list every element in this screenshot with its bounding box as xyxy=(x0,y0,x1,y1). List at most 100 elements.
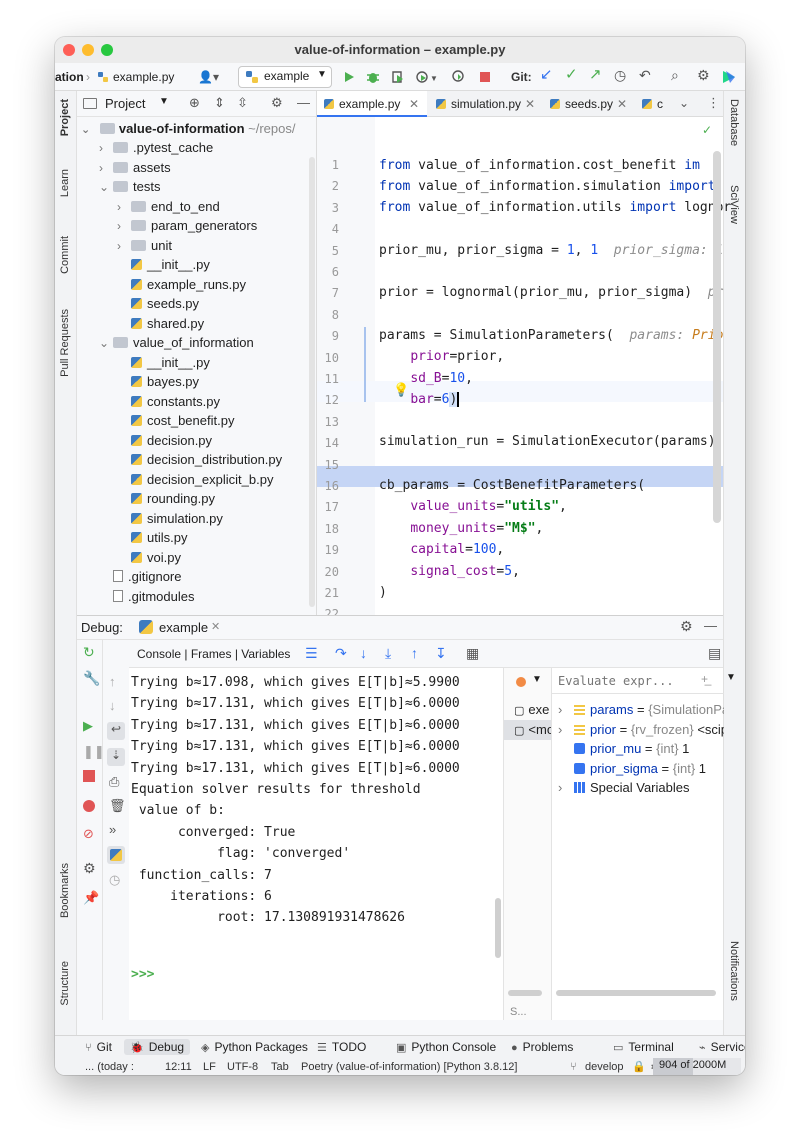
minimize-window-button[interactable] xyxy=(82,44,94,56)
tree-item[interactable]: › end_to_end xyxy=(117,197,220,216)
status-message[interactable]: ... (today : xyxy=(85,1059,134,1075)
chevron-icon[interactable]: › xyxy=(99,139,113,158)
chevron-icon[interactable]: › xyxy=(117,237,131,256)
code-line-3[interactable]: from value_of_information.utils import l… xyxy=(379,197,731,218)
chevron-down-icon[interactable]: ⌄ xyxy=(679,96,689,110)
editor-vscrollbar[interactable] xyxy=(713,151,721,523)
code-line-20[interactable]: signal_cost=5, xyxy=(379,561,520,582)
tree-item[interactable]: __init__.py xyxy=(117,353,210,372)
line-separator[interactable]: LF xyxy=(203,1059,216,1075)
variable-row[interactable]: › params = {SimulationPara xyxy=(552,700,724,719)
search-icon[interactable]: ⌕ xyxy=(671,67,679,83)
down-arrow-icon[interactable]: ↓ xyxy=(109,698,116,713)
show-commands-icon[interactable]: » xyxy=(109,822,116,837)
strip-database-tab[interactable]: Database xyxy=(728,99,740,146)
stop-icon[interactable] xyxy=(479,71,491,83)
tree-item[interactable]: decision_distribution.py xyxy=(117,450,282,469)
debug-console[interactable]: Trying b≈17.098, which gives E[T|b]≈5.99… xyxy=(129,668,503,1020)
panel-settings-gear-icon[interactable]: ⚙ xyxy=(271,95,283,111)
strip-bookmarks-tab[interactable]: Bookmarks xyxy=(59,863,71,918)
tab-overflow-file[interactable]: c xyxy=(635,91,669,117)
debug-settings-gear-icon[interactable]: ⚙ xyxy=(680,618,693,635)
breadcrumb-file[interactable]: example.py xyxy=(97,69,174,85)
tab-example-py[interactable]: example.py ✕ xyxy=(317,91,427,117)
variable-row[interactable]: prior_sigma = {int} 1 xyxy=(552,759,724,778)
code-line-16[interactable]: cb_params = CostBenefitParameters( xyxy=(379,475,645,496)
run-config-select[interactable]: example ▼ xyxy=(238,66,332,88)
tree-item[interactable]: decision.py xyxy=(117,431,212,450)
chevron-down-icon[interactable]: ▼ xyxy=(159,96,169,107)
collapse-all-icon[interactable]: ⇳ xyxy=(237,95,248,111)
file-encoding[interactable]: UTF-8 xyxy=(227,1059,258,1075)
chevron-icon[interactable]: › xyxy=(117,217,131,236)
add-watch-icon[interactable]: +̲ xyxy=(701,672,708,686)
tree-item[interactable]: utils.py xyxy=(117,528,187,547)
close-tab-icon[interactable]: ✕ xyxy=(211,620,220,633)
bottom-tab-debug[interactable]: 🐞 Debug xyxy=(124,1039,191,1055)
up-arrow-icon[interactable]: ↑ xyxy=(109,674,116,689)
chevron-down-icon[interactable]: ▼ xyxy=(726,672,736,683)
evaluate-expression-input[interactable] xyxy=(558,671,688,691)
chevron-icon[interactable]: › xyxy=(99,159,113,178)
wrench-icon[interactable]: 🔧 xyxy=(83,670,100,687)
frame-item[interactable]: ▢ exe xyxy=(504,700,552,720)
bottom-tab-python-packages[interactable]: ◈ Python Packages xyxy=(201,1039,308,1055)
tab-simulation-py[interactable]: simulation.py ✕ xyxy=(429,91,541,117)
variables-hscrollbar[interactable] xyxy=(556,990,716,996)
tree-item[interactable]: › .pytest_cache xyxy=(99,138,213,157)
strip-pull-requests-tab[interactable]: Pull Requests xyxy=(59,309,71,377)
settings-gear-icon[interactable]: ⚙ xyxy=(83,860,96,877)
variable-row[interactable]: prior_mu = {int} 1 xyxy=(552,739,724,758)
inspection-ok-icon[interactable]: ✓ xyxy=(702,123,713,137)
tree-scrollbar[interactable] xyxy=(309,157,315,607)
scroll-to-end-icon[interactable]: ⇣ xyxy=(107,748,125,766)
close-window-button[interactable] xyxy=(63,44,75,56)
run-icon[interactable] xyxy=(343,71,355,83)
project-panel-title[interactable]: Project xyxy=(105,96,145,111)
tree-item[interactable]: ⌄ value_of_information xyxy=(99,333,254,352)
tree-item[interactable]: decision_explicit_b.py xyxy=(117,470,273,489)
code-line-5[interactable]: prior_mu, prior_sigma = 1, 1 prior_sigma… xyxy=(379,240,723,261)
frame-item-selected[interactable]: ▢ <mo xyxy=(504,720,552,740)
tree-item[interactable]: ⌄ tests xyxy=(99,177,160,196)
code-line-9[interactable]: params = SimulationParameters( params: P… xyxy=(379,325,723,346)
close-tab-icon[interactable]: ✕ xyxy=(617,91,627,117)
cursor-position[interactable]: 12:11 xyxy=(165,1059,192,1075)
step-into-my-code-icon[interactable]: ⤓ xyxy=(385,645,391,662)
print-icon[interactable]: ⎙ xyxy=(109,774,119,790)
code-line-7[interactable]: prior = lognormal(prior_mu, prior_sigma)… xyxy=(379,282,723,303)
bottom-tab-python-console[interactable]: ▣ Python Console xyxy=(396,1039,496,1055)
variable-row[interactable]: › prior = {rv_frozen} <scipy xyxy=(552,720,724,739)
git-branch[interactable]: develop xyxy=(585,1059,624,1075)
git-commit-icon[interactable]: ✓ xyxy=(565,67,578,83)
stop-icon[interactable] xyxy=(83,770,95,782)
code-line-10[interactable]: prior=prior, xyxy=(379,346,504,367)
close-tab-icon[interactable]: ✕ xyxy=(409,91,419,117)
evaluate-table-icon[interactable]: ▦ xyxy=(466,645,479,662)
tree-item[interactable]: shared.py xyxy=(117,314,204,333)
settings-gear-icon[interactable]: ⚙ xyxy=(697,67,710,83)
layout-menu-icon[interactable]: ☰ xyxy=(305,645,318,662)
soft-wrap-icon[interactable]: ↩ xyxy=(107,722,125,740)
profile-icon[interactable]: ▼ xyxy=(415,70,437,84)
attach-icon[interactable] xyxy=(452,70,466,84)
tree-item[interactable]: bayes.py xyxy=(117,372,199,391)
close-tab-icon[interactable]: ✕ xyxy=(525,91,535,117)
code-line-18[interactable]: money_units="M$", xyxy=(379,518,543,539)
chevron-down-icon[interactable]: ▼ xyxy=(532,674,542,685)
variable-row[interactable]: › Special Variables xyxy=(552,778,724,797)
chevron-icon[interactable]: ⌄ xyxy=(99,178,113,197)
debug-bug-icon[interactable] xyxy=(366,70,380,84)
python-console-icon[interactable] xyxy=(107,846,125,864)
indent-setting[interactable]: Tab xyxy=(271,1059,289,1075)
bottom-tab-problems[interactable]: ● Problems xyxy=(511,1039,573,1055)
coverage-icon[interactable] xyxy=(391,70,405,84)
locate-file-icon[interactable]: ⊕ xyxy=(189,95,200,111)
memory-indicator[interactable]: 904 of 2000M xyxy=(653,1058,741,1075)
expand-icon[interactable]: › xyxy=(558,778,574,797)
tree-item[interactable]: › assets xyxy=(99,158,171,177)
resume-icon[interactable]: ▶ xyxy=(83,718,93,734)
git-push-icon[interactable]: ↗ xyxy=(589,67,602,83)
strip-project-tab[interactable]: Project xyxy=(59,99,71,136)
code-line-2[interactable]: from value_of_information.simulation imp… xyxy=(379,176,716,197)
